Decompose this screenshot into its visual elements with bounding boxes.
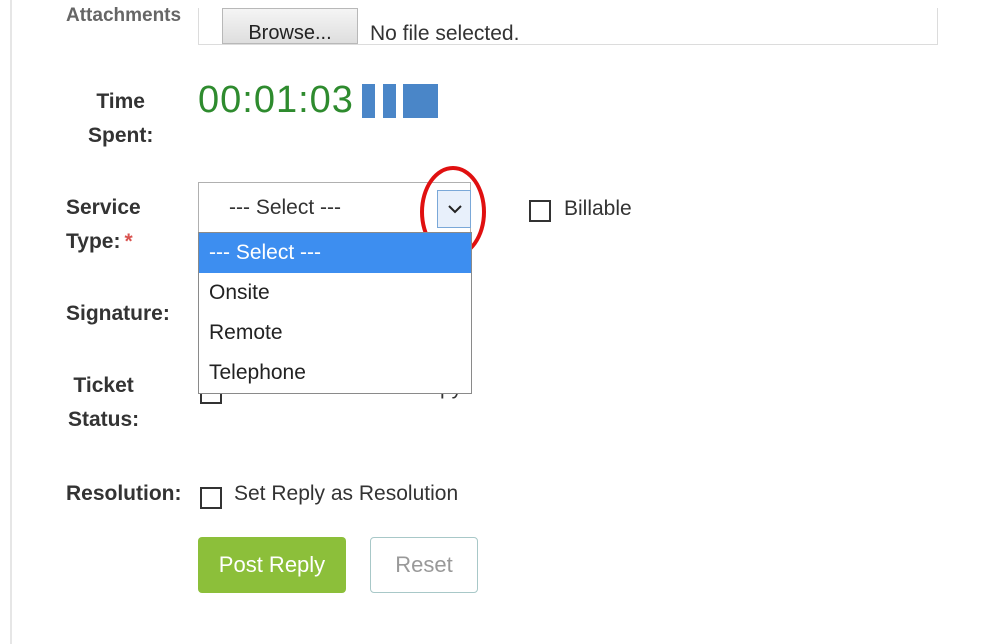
chevron-down-icon[interactable] (437, 190, 471, 228)
resolution-checkbox[interactable] (200, 487, 222, 509)
pause-icon[interactable] (362, 84, 396, 118)
resolution-label: Resolution: (66, 482, 182, 505)
post-reply-button[interactable]: Post Reply (198, 537, 346, 593)
resolution-checkbox-label: Set Reply as Resolution (234, 482, 459, 505)
service-type-label: Service Type: * (66, 196, 141, 253)
dropdown-option[interactable]: --- Select --- (199, 233, 471, 273)
service-type-select[interactable]: --- Select --- (198, 182, 471, 234)
page-border (10, 0, 12, 644)
attachments-label: Attachments (66, 5, 182, 26)
dropdown-option[interactable]: Remote (199, 313, 471, 353)
service-type-dropdown[interactable]: --- Select --- Onsite Remote Telephone (198, 232, 472, 394)
dropdown-option[interactable]: Onsite (199, 273, 471, 313)
time-spent-label: Time Spent: (88, 90, 154, 147)
signature-label: Signature: (66, 302, 170, 325)
reset-button[interactable]: Reset (370, 537, 478, 593)
timer-display: 00:01:03 (198, 79, 354, 121)
browse-button[interactable]: Browse... (222, 8, 358, 44)
dropdown-option[interactable]: Telephone (199, 353, 471, 393)
file-status-text: No file selected. (370, 22, 520, 45)
stop-icon[interactable] (403, 84, 438, 118)
billable-checkbox[interactable] (529, 200, 551, 222)
ticket-status-label: Ticket Status: (68, 374, 140, 431)
select-current-value: --- Select --- (229, 196, 341, 219)
billable-label: Billable (564, 197, 632, 220)
required-marker: * (124, 230, 133, 253)
